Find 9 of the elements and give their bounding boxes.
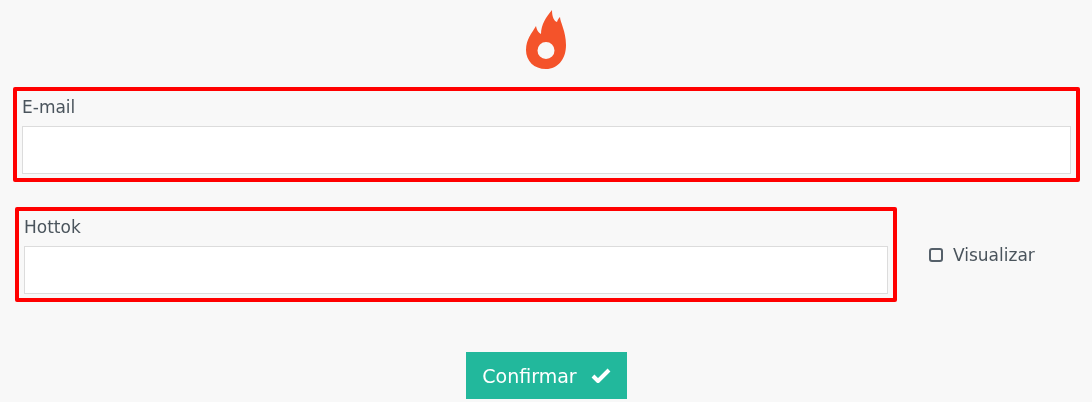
flame-logo-icon	[524, 9, 568, 69]
input-field[interactable]	[22, 126, 1071, 174]
checkbox-label: Visualizar	[953, 244, 1035, 265]
field-label: Hottok	[24, 216, 82, 239]
field-label: E-mail	[22, 96, 77, 119]
check-icon	[590, 367, 611, 384]
checkbox[interactable]	[929, 247, 943, 262]
input-field[interactable]	[24, 246, 888, 294]
confirm-button[interactable]: Confirmar	[466, 352, 627, 399]
